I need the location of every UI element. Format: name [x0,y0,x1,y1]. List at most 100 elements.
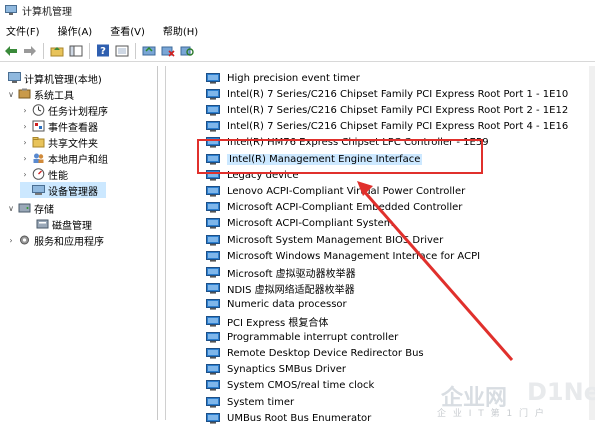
clock-icon [32,104,45,116]
chevron-right-icon[interactable]: › [20,106,30,115]
console-icon[interactable] [114,43,130,59]
show-tree-icon[interactable] [68,43,84,59]
tree-item-storage[interactable]: ∨ 存储 [6,200,54,216]
device-item[interactable]: UMBus Root Bus Enumerator [206,410,371,426]
watermark: 企业网 D1Net 企 业 I T 第 1 门 户 [431,378,595,420]
tree-item-performance[interactable]: › 性能 [20,166,68,182]
device-item[interactable]: Lenovo ACPI-Compliant Virtual Power Cont… [206,183,465,199]
device-icon [206,169,220,181]
chevron-right-icon[interactable]: › [20,154,30,163]
window-title: 计算机管理 [22,6,72,18]
vertical-scrollbar[interactable] [589,66,595,420]
menu-action[interactable]: 操作(A) [52,23,99,38]
tree-item-local-users[interactable]: › 本地用户和组 [20,150,108,166]
uninstall-icon[interactable] [160,43,176,59]
menu-help[interactable]: 帮助(H) [157,23,204,38]
device-label: Synaptics SMBus Driver [227,364,346,376]
forward-icon[interactable] [22,43,38,59]
tools-icon [18,88,31,99]
services-icon [20,235,29,245]
device-item[interactable]: Legacy device [206,167,298,183]
device-label: System CMOS/real time clock [227,380,375,392]
tree-item-computer-management[interactable]: 计算机管理(本地) [6,70,102,86]
device-label: Intel(R) HM76 Express Chipset LPC Contro… [227,137,489,149]
device-label: PCI Express 根复合体 [227,317,329,329]
device-item[interactable]: Intel(R) Management Engine Interface [206,151,423,167]
tree-item-label: 事件查看器 [48,122,98,134]
device-item[interactable]: Microsoft ACPI-Compliant Embedded Contro… [206,200,462,216]
device-icon [206,364,220,375]
device-icon [206,218,220,229]
navigation-tree: 计算机管理(本地) ∨ 系统工具 › 任务计划程序 › 事件查看器 › 共享文件… [0,66,158,420]
device-item[interactable]: Microsoft System Management BIOS Driver [206,232,443,248]
pane-splitter[interactable] [158,66,166,420]
help-icon[interactable]: ? [95,43,111,59]
tree-item-shared-folders[interactable]: › 共享文件夹 [20,134,98,150]
tree-item-label: 任务计划程序 [48,106,108,118]
device-icon [206,299,220,310]
device-item[interactable]: Remote Desktop Device Redirector Bus [206,345,424,361]
device-icon [206,250,220,262]
storage-icon [18,203,31,213]
device-label: Microsoft 虚拟驱动器枚举器 [227,268,356,280]
scan-hardware-icon[interactable] [179,43,195,59]
back-icon[interactable] [3,43,19,59]
device-icon [206,283,220,294]
computer-management-icon [8,72,21,83]
device-label: Intel(R) 7 Series/C216 Chipset Family PC… [227,88,569,100]
device-item[interactable]: System CMOS/real time clock [206,378,374,394]
device-item[interactable]: System timer [206,394,294,410]
device-label: Legacy device [227,169,299,181]
device-icon [206,266,220,278]
device-item[interactable]: High precision event timer [206,70,360,86]
device-label: Remote Desktop Device Redirector Bus [227,347,424,359]
device-icon [206,72,220,84]
device-icon [206,185,220,197]
device-label: Numeric data processor [227,299,347,311]
tree-item-label: 设备管理器 [48,186,98,198]
chevron-right-icon[interactable]: › [6,236,16,245]
device-item[interactable]: Intel(R) HM76 Express Chipset LPC Contro… [206,135,489,151]
tree-item-system-tools[interactable]: ∨ 系统工具 [6,86,74,102]
chevron-right-icon[interactable]: › [20,138,30,147]
device-icon [206,396,220,408]
tree-item-device-manager[interactable]: 设备管理器 [20,182,106,198]
chevron-right-icon[interactable]: › [20,122,30,131]
chevron-right-icon[interactable]: › [20,170,30,179]
device-item[interactable]: NDIS 虚拟网络适配器枚举器 [206,281,355,297]
device-item[interactable]: Numeric data processor [206,297,347,313]
tree-item-label: 系统工具 [34,90,74,102]
chevron-down-icon[interactable]: ∨ [6,204,16,213]
update-driver-icon[interactable] [141,43,157,59]
device-item[interactable]: Synaptics SMBus Driver [206,362,346,378]
tree-item-services-apps[interactable]: › 服务和应用程序 [6,232,104,248]
menu-bar: 文件(F) 操作(A) 查看(V) 帮助(H) [0,21,595,39]
shared-folder-icon [32,137,45,148]
tree-item-task-scheduler[interactable]: › 任务计划程序 [20,102,108,118]
device-item[interactable]: Intel(R) 7 Series/C216 Chipset Family PC… [206,102,568,118]
title-bar: 计算机管理 [0,0,595,20]
device-icon [206,331,220,343]
device-item[interactable]: Microsoft ACPI-Compliant System [206,216,394,232]
tree-item-event-viewer[interactable]: › 事件查看器 [20,118,98,134]
device-label: System timer [227,396,295,408]
chevron-down-icon[interactable]: ∨ [6,90,16,99]
device-icon [206,380,220,391]
device-item[interactable]: Intel(R) 7 Series/C216 Chipset Family PC… [206,86,568,102]
toolbar-separator [43,42,44,59]
computer-management-icon [5,4,17,15]
toolbar: ? [0,40,595,62]
device-label: Microsoft Windows Management Interface f… [227,250,481,262]
device-item[interactable]: Intel(R) 7 Series/C216 Chipset Family PC… [206,119,568,135]
device-item[interactable]: PCI Express 根复合体 [206,313,328,329]
tree-item-label: 磁盘管理 [52,220,92,232]
up-folder-icon[interactable] [49,43,65,59]
tree-item-disk-management[interactable]: 磁盘管理 [34,216,92,232]
users-icon [33,153,44,163]
device-label: Microsoft ACPI-Compliant Embedded Contro… [227,202,463,214]
device-item[interactable]: Microsoft Windows Management Interface f… [206,248,480,264]
menu-file[interactable]: 文件(F) [0,23,46,38]
device-item[interactable]: Microsoft 虚拟驱动器枚举器 [206,264,356,280]
menu-view[interactable]: 查看(V) [104,23,151,38]
device-item[interactable]: Programmable interrupt controller [206,329,398,345]
